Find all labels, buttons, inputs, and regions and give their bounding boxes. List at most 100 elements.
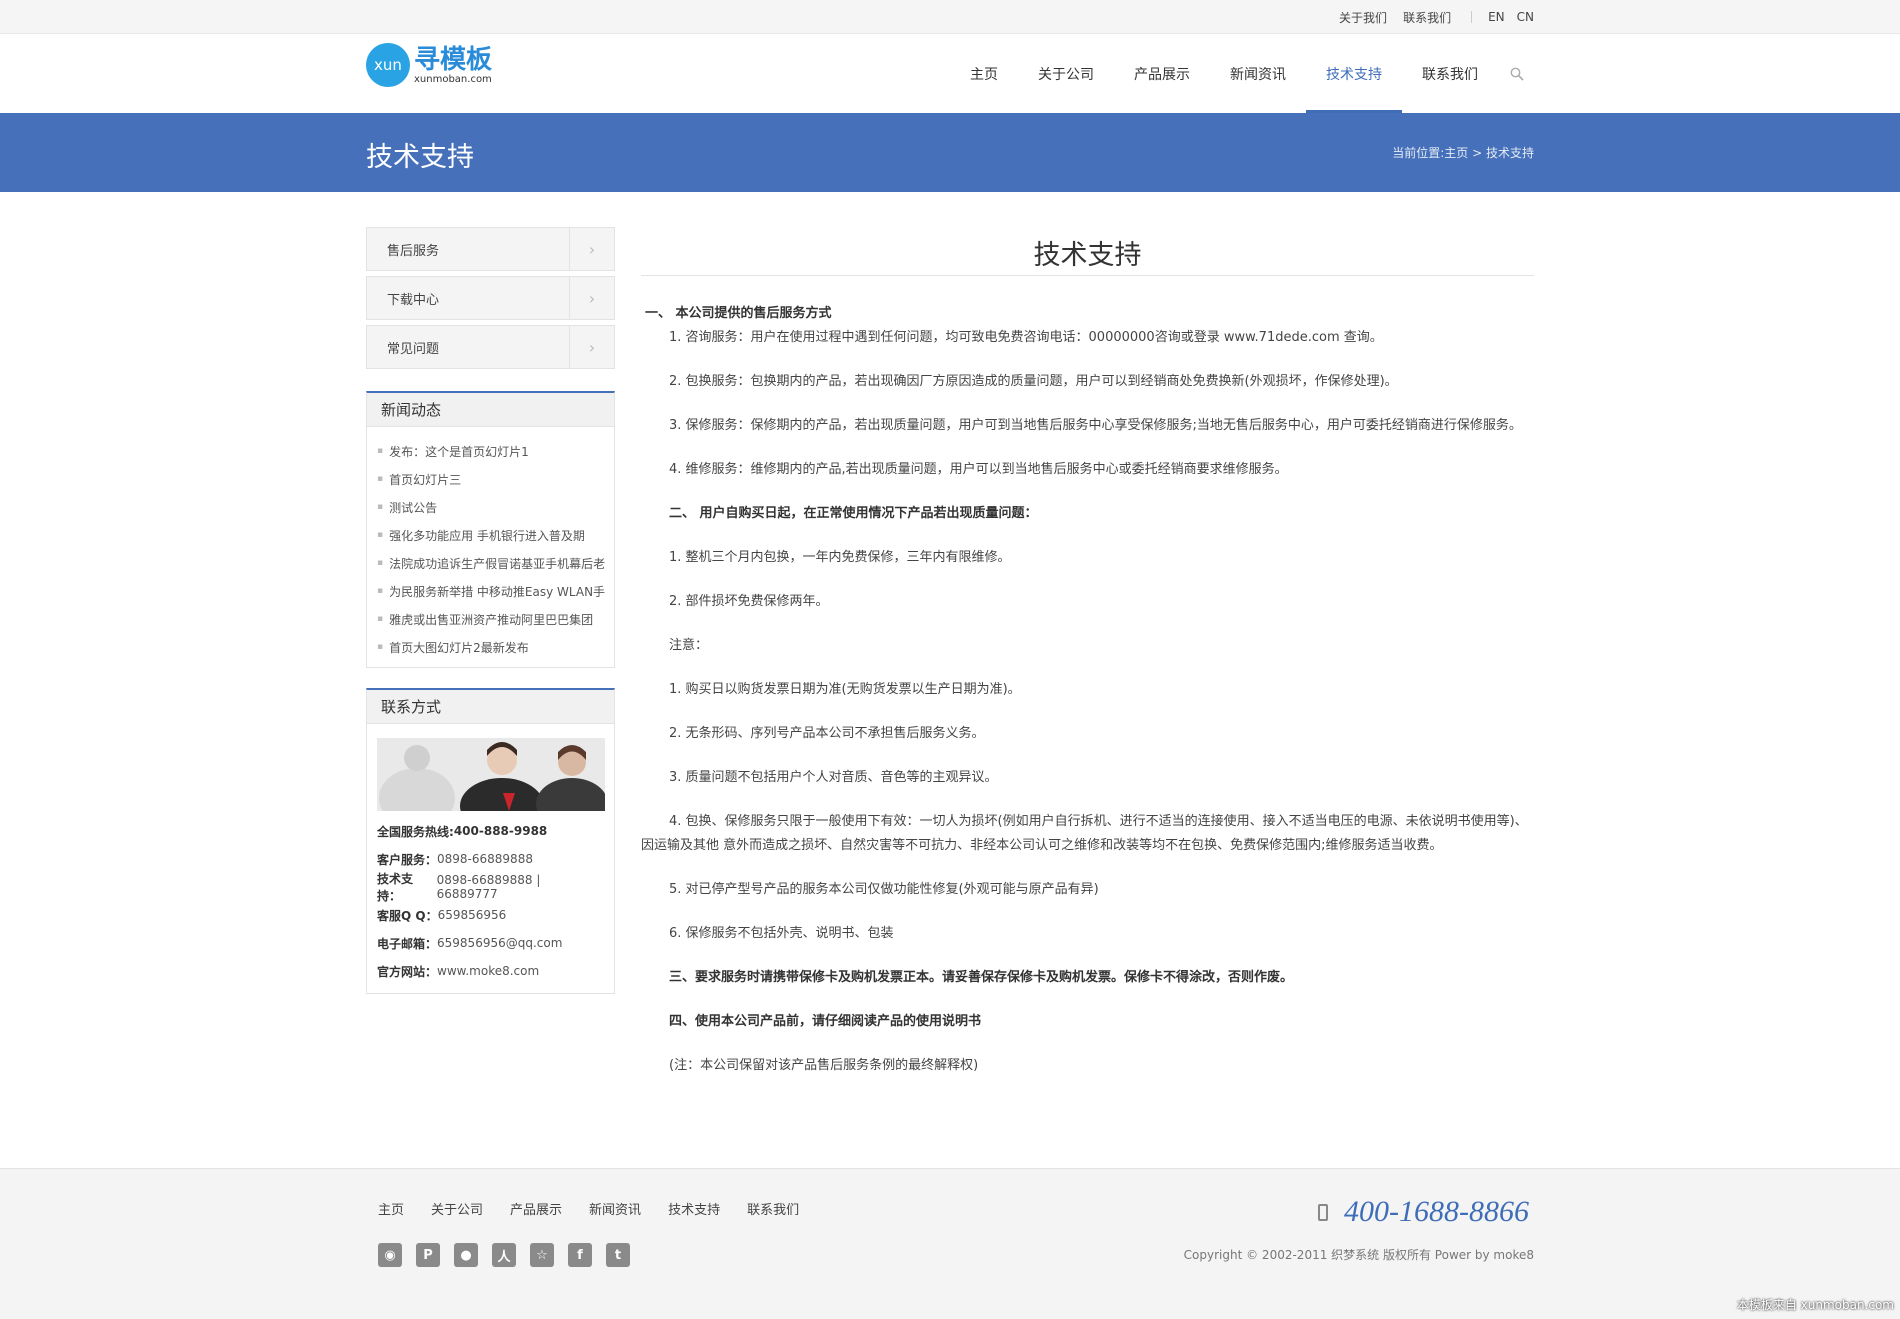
label: 客服Q Q： [377,908,438,923]
value[interactable]: 659856956@qq.com [437,936,562,950]
social-links: ◉ P ● 人 ☆ f t [378,1243,644,1267]
site-logo[interactable]: xun 寻模板 xunmoban.com [366,43,492,87]
news-item[interactable]: ▪ 强化多功能应用 手机银行进入普及期 [377,521,614,549]
value: 0898-66889888 | 66889777 [436,873,541,901]
top-links: 关于我们 联系我们 EN CN [1323,0,1534,34]
news-item[interactable]: ▪ 发布：这个是首页幻灯片1 [377,437,614,465]
nav-item-products[interactable]: 产品展示 [1114,34,1210,113]
nav-item-about[interactable]: 关于公司 [1018,34,1114,113]
value: 400-888-9988 [453,824,548,838]
contact-box: 联系方式 全国服务热线: 400-888-9988 客户服务： 0898-668… [366,688,615,994]
sidebar: 售后服务 › 下载中心 › 常见问题 › 新闻动态 ▪ 发布：这个是首页幻灯片1 … [366,227,615,994]
phone-number: 400-1688-8866 [1344,1195,1529,1228]
search-icon[interactable] [1498,34,1534,113]
paragraph: 2. 包换服务：包换期内的产品，若出现确因厂方原因造成的质量问题，用户可以到经销… [669,374,1398,389]
main-area: 售后服务 › 下载中心 › 常见问题 › 新闻动态 ▪ 发布：这个是首页幻灯片1 … [366,227,1534,1167]
footer-link-support[interactable]: 技术支持 [668,1199,720,1218]
lang-cn[interactable]: CN [1517,10,1534,24]
watermark: 本模板来自 xunmoban.com [1736,1298,1894,1312]
page-title: 技术支持 [366,142,474,173]
news-item[interactable]: ▪ 测试公告 [377,493,614,521]
value[interactable]: www.moke8.com [437,964,539,978]
contact-tech: 技术支持： 0898-66889888 | 66889777 [377,872,604,903]
nav-item-news[interactable]: 新闻资讯 [1210,34,1306,113]
side-menu-label: 常见问题 [387,341,440,357]
paragraph: 2. 部件损坏免费保修两年。 [669,594,829,609]
news-item-label: 法院成功追诉生产假冒诺基亚手机幕后老 [389,556,606,571]
top-bar: 关于我们 联系我们 EN CN [0,0,1900,34]
chevron-right-icon: › [569,228,614,270]
side-menu-downloads[interactable]: 下载中心 › [366,276,615,320]
twitter-icon[interactable]: t [606,1243,630,1267]
paragraph: 3. 保修服务：保修期内的产品，若出现质量问题，用户可到当地售后服务中心享受保修… [641,414,1534,438]
star-icon[interactable]: ☆ [530,1243,554,1267]
nav-item-contact[interactable]: 联系我们 [1402,34,1498,113]
news-list: ▪ 发布：这个是首页幻灯片1 ▪ 首页幻灯片三 ▪ 测试公告 ▪ 强化多功能应用 手机银… [367,427,614,667]
chevron-right-icon: › [569,326,614,368]
news-item-label: 测试公告 [389,500,438,515]
news-item[interactable]: ▪ 为民服务新举措 中移动推Easy WLAN手 [377,577,614,605]
logo-domain: xunmoban.com [414,73,492,85]
renren-icon[interactable]: 人 [492,1243,516,1267]
footer-link-news[interactable]: 新闻资讯 [589,1199,641,1218]
bullet-icon: ▪ [377,474,384,484]
section-heading: 三、要求服务时请携带保修卡及购机发票正本。请妥善保存保修卡及购机发票。保修卡不得… [669,970,1294,985]
top-link-contact[interactable]: 联系我们 [1403,9,1451,26]
news-item-label: 为民服务新举措 中移动推Easy WLAN手 [389,584,606,599]
top-link-about[interactable]: 关于我们 [1339,9,1387,26]
footer-link-home[interactable]: 主页 [378,1199,404,1218]
side-menu-label: 售后服务 [387,243,440,259]
paragraph: 5. 对已停产型号产品的服务本公司仅做功能性修复(外观可能与原产品有异) [669,882,1099,897]
footer-link-products[interactable]: 产品展示 [510,1199,562,1218]
side-menu-label: 下载中心 [387,292,440,308]
copyright: Copyright © 2002-2011 织梦系统 版权所有 Power by… [1183,1248,1534,1262]
bullet-icon: ▪ [377,502,384,512]
contact-service: 客户服务： 0898-66889888 [377,845,604,873]
paragraph: 4. 维修服务：维修期内的产品,若出现质量问题，用户可以到当地售后服务中心或委托… [669,462,1288,477]
label: 全国服务热线: [377,824,454,839]
paragraph: 6. 保修服务不包括外壳、说明书、包装 [669,926,894,941]
weibo-icon[interactable]: ◉ [378,1243,402,1267]
lang-en[interactable]: EN [1488,10,1505,24]
label: 官方网站： [377,964,438,979]
contact-qq: 客服Q Q： 659856956 [377,901,604,929]
label: 技术支持： [377,872,414,903]
paragraph: 注意： [669,638,709,653]
pinterest-icon[interactable]: P [416,1243,440,1267]
side-menu-after-sales[interactable]: 售后服务 › [366,227,615,271]
paragraph-text: 3. 保修服务：保修期内的产品，若出现质量问题，用户可到当地售后服务中心享受保修… [669,418,1522,433]
footer-nav: 主页 关于公司 产品展示 新闻资讯 技术支持 联系我们 [378,1199,826,1218]
news-item-label: 首页幻灯片三 [389,472,462,487]
section-heading: 二、 用户自购买日起，在正常使用情况下产品若出现质量问题： [669,506,1038,521]
main-nav: 主页 关于公司 产品展示 新闻资讯 技术支持 联系我们 [950,34,1534,113]
logo-badge: xun [366,43,410,87]
news-item-label: 发布：这个是首页幻灯片1 [389,444,529,459]
paragraph: 1. 购买日以购货发票日期为准(无购货发票以生产日期为准)。 [669,682,1021,697]
article-body: 一、 本公司提供的售后服务方式 1. 咨询服务：用户在使用过程中遇到任何问题，均… [641,276,1534,1078]
contact-web: 官方网站： www.moke8.com [377,957,604,985]
paragraph-text: 4. 包换、保修服务只限于一般使用下有效：一切人为损坏(例如用户自行拆机、进行不… [641,814,1528,853]
footer: 主页 关于公司 产品展示 新闻资讯 技术支持 联系我们 ◉ P ● 人 ☆ f … [0,1168,1900,1319]
bullet-icon: ▪ [377,614,384,624]
news-item[interactable]: ▪ 首页幻灯片三 [377,465,614,493]
news-item[interactable]: ▪ 雅虎或出售亚洲资产推动阿里巴巴集团 [377,605,614,633]
logo-name: 寻模板 [414,44,493,75]
news-item[interactable]: ▪ 法院成功追诉生产假冒诺基亚手机幕后老 [377,549,614,577]
article-title: 技术支持 [1033,240,1142,271]
paragraph: 1. 咨询服务：用户在使用过程中遇到任何问题，均可致电免费咨询电话：000000… [669,330,1383,345]
nav-item-support[interactable]: 技术支持 [1306,34,1402,113]
customer-service-photo [377,738,605,811]
footer-link-about[interactable]: 关于公司 [431,1199,483,1218]
news-item[interactable]: ▪ 首页大图幻灯片2最新发布 [377,633,614,661]
side-menu-faq[interactable]: 常见问题 › [366,325,615,369]
footer-link-contact[interactable]: 联系我们 [747,1199,799,1218]
facebook-icon[interactable]: f [568,1243,592,1267]
paragraph: 3. 质量问题不包括用户个人对音质、音色等的主观异议。 [669,770,998,785]
breadcrumb[interactable]: 当前位置:主页 > 技术支持 [1392,144,1534,161]
value: 659856956 [437,908,507,922]
nav-item-home[interactable]: 主页 [950,34,1018,113]
chat-icon[interactable]: ● [454,1243,478,1267]
value: 0898-66889888 [437,852,533,866]
logo-text: 寻模板 xunmoban.com [414,46,492,85]
section-heading: 四、使用本公司产品前，请仔细阅读产品的使用说明书 [669,1014,982,1029]
